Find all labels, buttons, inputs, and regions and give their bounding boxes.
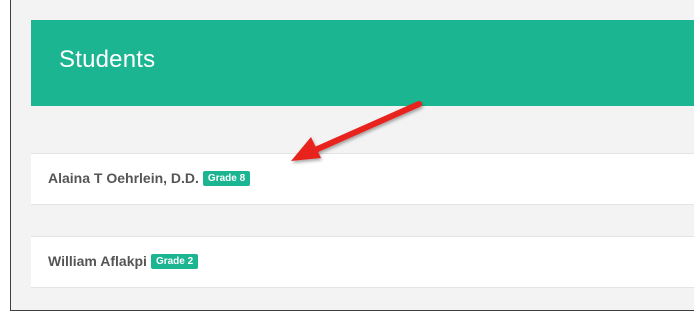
page-header: Students bbox=[31, 20, 694, 106]
grade-badge: Grade 2 bbox=[150, 253, 199, 269]
student-name[interactable]: William Aflakpi bbox=[48, 253, 147, 269]
student-card-william[interactable]: William Aflakpi Grade 2 bbox=[31, 236, 694, 288]
page-frame: Students Alaina T Oehrlein, D.D. Grade 8… bbox=[10, 0, 694, 311]
page-title: Students bbox=[59, 46, 156, 73]
student-name[interactable]: Alaina T Oehrlein, D.D. bbox=[48, 170, 199, 186]
grade-badge: Grade 8 bbox=[202, 170, 251, 186]
student-list: Alaina T Oehrlein, D.D. Grade 8 William … bbox=[31, 153, 694, 310]
student-card-alaina[interactable]: Alaina T Oehrlein, D.D. Grade 8 bbox=[31, 153, 694, 205]
student-card-content: William Aflakpi Grade 2 bbox=[48, 253, 199, 269]
student-card-content: Alaina T Oehrlein, D.D. Grade 8 bbox=[48, 170, 251, 186]
